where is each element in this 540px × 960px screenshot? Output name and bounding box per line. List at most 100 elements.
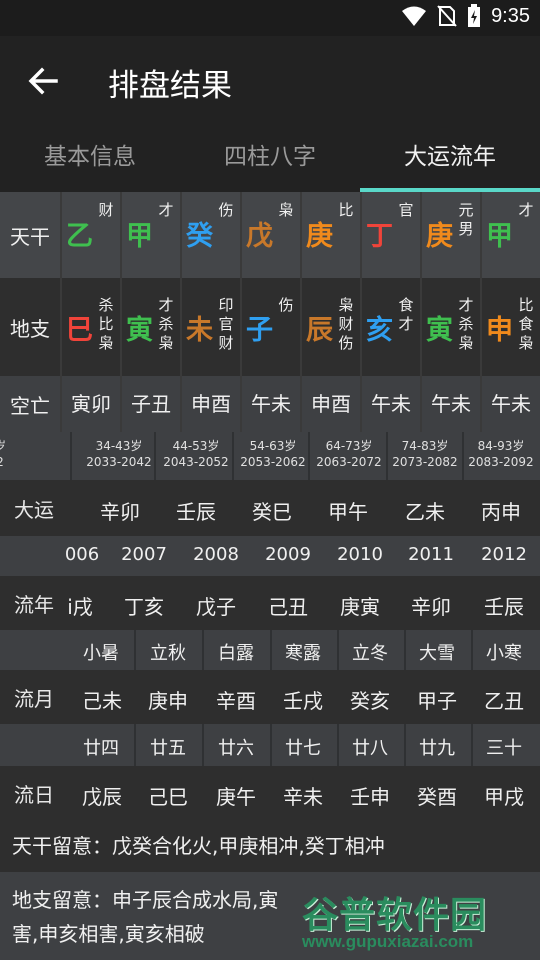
liunian-item[interactable]: i戌 <box>62 591 98 620</box>
dizhi-cell[interactable]: 申比食枭 <box>480 278 540 376</box>
lunar-day-cell[interactable]: 廿七 <box>276 734 330 760</box>
jieqi-cell[interactable]: 白露 <box>209 639 263 665</box>
dayun-age-cell[interactable]: 54-63岁 2053-2062 <box>237 438 309 470</box>
dizhi-row: 地支 巳杀比枭寅才杀枭未印官财子伤辰枭财伤亥食才寅才杀枭申比食枭 <box>0 278 540 376</box>
dizhi-note: 伤 <box>278 296 294 314</box>
tiangan-char: 庚 <box>426 221 453 252</box>
year-cell[interactable]: 006 <box>62 544 102 565</box>
tab-basic-info[interactable]: 基本信息 <box>0 128 180 192</box>
liunian-item[interactable]: 己丑 <box>260 591 316 620</box>
lunar-day-cell[interactable]: 廿八 <box>343 734 397 760</box>
liunian-item[interactable]: 辛卯 <box>403 591 459 620</box>
kongwang-cell[interactable]: 寅卯 <box>60 376 120 432</box>
dizhi-char: 辰 <box>306 315 333 346</box>
dizhi-cell[interactable]: 辰枭财伤 <box>300 278 360 376</box>
divider <box>134 630 136 670</box>
dizhi-char: 寅 <box>426 315 453 346</box>
liunian-item[interactable]: 戊子 <box>188 591 244 620</box>
tiangan-cell[interactable]: 甲才 <box>120 192 180 278</box>
kongwang-cell[interactable]: 申酉 <box>300 376 360 432</box>
liuyue-item[interactable]: 壬戌 <box>275 685 331 714</box>
lunar-day-cell[interactable]: 三十 <box>477 734 531 760</box>
kongwang-text: 午未 <box>251 392 291 416</box>
tiangan-char: 丁 <box>366 221 393 252</box>
tiangan-cell[interactable]: 庚比 <box>300 192 360 278</box>
dizhi-cell[interactable]: 子伤 <box>240 278 300 376</box>
lunar-day-cell[interactable]: 廿九 <box>410 734 464 760</box>
dizhi-cell[interactable]: 巳杀比枭 <box>60 278 120 376</box>
liuri-item[interactable]: 戊辰 <box>74 781 130 810</box>
liuri-item[interactable]: 辛未 <box>275 781 331 810</box>
year-cell[interactable]: 2011 <box>403 544 459 565</box>
dayun-age-cell[interactable]: 84-93岁 2083-2092 <box>465 438 537 470</box>
dizhi-cell[interactable]: 寅才杀枭 <box>120 278 180 376</box>
jieqi-cell[interactable]: 小寒 <box>477 639 531 665</box>
year-cell[interactable]: 2007 <box>116 544 172 565</box>
dizhi-note-line1: 地支留意：申子辰合成水局,寅 <box>12 888 279 912</box>
jieqi-cell[interactable]: 小暑 <box>74 639 128 665</box>
jieqi-cell[interactable]: 寒露 <box>276 639 330 665</box>
divider <box>70 432 72 480</box>
tab-dayun-liunian[interactable]: 大运流年 <box>360 128 540 192</box>
lunar-day-cell[interactable]: 廿六 <box>209 734 263 760</box>
year-cell[interactable]: 2012 <box>476 544 532 565</box>
lunar-day-cell[interactable]: 廿五 <box>141 734 195 760</box>
tiangan-cell[interactable]: 乙财 <box>60 192 120 278</box>
dayun-item[interactable]: 丙申 <box>473 496 529 525</box>
year-cell[interactable]: 2010 <box>332 544 388 565</box>
tiangan-cell[interactable]: 癸伤 <box>180 192 240 278</box>
liunian-item[interactable]: 丁亥 <box>116 591 172 620</box>
year-cell[interactable]: 2009 <box>260 544 316 565</box>
back-arrow-icon[interactable] <box>26 64 60 98</box>
dizhi-cell[interactable]: 未印官财 <box>180 278 240 376</box>
tiangan-cell[interactable]: 丁官 <box>360 192 420 278</box>
dayun-item[interactable]: 乙未 <box>397 496 453 525</box>
tiangan-char: 庚 <box>306 221 333 252</box>
divider <box>462 432 464 480</box>
tiangan-cell[interactable]: 戊枭 <box>240 192 300 278</box>
liunian-item[interactable]: 壬辰 <box>476 591 532 620</box>
liuri-item[interactable]: 甲戌 <box>476 781 532 810</box>
kongwang-cell[interactable]: 午未 <box>480 376 540 432</box>
liunian-item[interactable]: 庚寅 <box>332 591 388 620</box>
liuyue-item[interactable]: 己未 <box>74 685 130 714</box>
dayun-age-cell[interactable]: 64-73岁 2063-2072 <box>313 438 385 470</box>
dayun-item[interactable]: 癸巳 <box>244 496 300 525</box>
liuri-item[interactable]: 己巳 <box>140 781 196 810</box>
dayun-age-cell[interactable]: 44-53岁 2043-2052 <box>160 438 232 470</box>
liuyue-item[interactable]: 甲子 <box>409 685 465 714</box>
liuri-item[interactable]: 庚午 <box>208 781 264 810</box>
dayun-age-cell[interactable]: 74-83岁 2073-2082 <box>389 438 461 470</box>
tiangan-note: 枭 <box>278 201 294 219</box>
dayun-item[interactable]: 壬辰 <box>168 496 224 525</box>
jieqi-cell[interactable]: 立冬 <box>343 639 397 665</box>
dayun-age-cell[interactable]: 34-43岁 2033-2042 <box>83 438 155 470</box>
liuyue-item[interactable]: 庚申 <box>140 685 196 714</box>
kongwang-cell[interactable]: 午未 <box>420 376 480 432</box>
tab-four-pillars[interactable]: 四柱八字 <box>180 128 360 192</box>
liuyue-item[interactable]: 癸亥 <box>342 685 398 714</box>
dizhi-cell[interactable]: 寅才杀枭 <box>420 278 480 376</box>
status-bar: 9:35 <box>0 0 540 36</box>
liuri-item[interactable]: 癸酉 <box>409 781 465 810</box>
jieqi-cell[interactable]: 大雪 <box>410 639 464 665</box>
dizhi-char: 未 <box>186 315 213 346</box>
year-cell[interactable]: 2008 <box>188 544 244 565</box>
divider <box>202 630 204 670</box>
kongwang-cell[interactable]: 申酉 <box>180 376 240 432</box>
kongwang-cell[interactable]: 子丑 <box>120 376 180 432</box>
lunar-day-cell[interactable]: 廿四 <box>74 734 128 760</box>
tiangan-cell[interactable]: 庚元男 <box>420 192 480 278</box>
tiangan-cell[interactable]: 甲才 <box>480 192 540 278</box>
liuri-item[interactable]: 壬申 <box>342 781 398 810</box>
kongwang-cell[interactable]: 午未 <box>360 376 420 432</box>
liuyue-item[interactable]: 辛酉 <box>208 685 264 714</box>
dayun-item[interactable]: 甲午 <box>320 496 376 525</box>
liuyue-item[interactable]: 乙丑 <box>476 685 532 714</box>
jieqi-cell[interactable]: 立秋 <box>141 639 195 665</box>
dayun-item[interactable]: 辛卯 <box>92 496 148 525</box>
dayun-age-cell[interactable]: 岁2 <box>0 438 36 470</box>
dizhi-note: 食才 <box>398 296 414 333</box>
kongwang-cell[interactable]: 午未 <box>240 376 300 432</box>
dizhi-cell[interactable]: 亥食才 <box>360 278 420 376</box>
